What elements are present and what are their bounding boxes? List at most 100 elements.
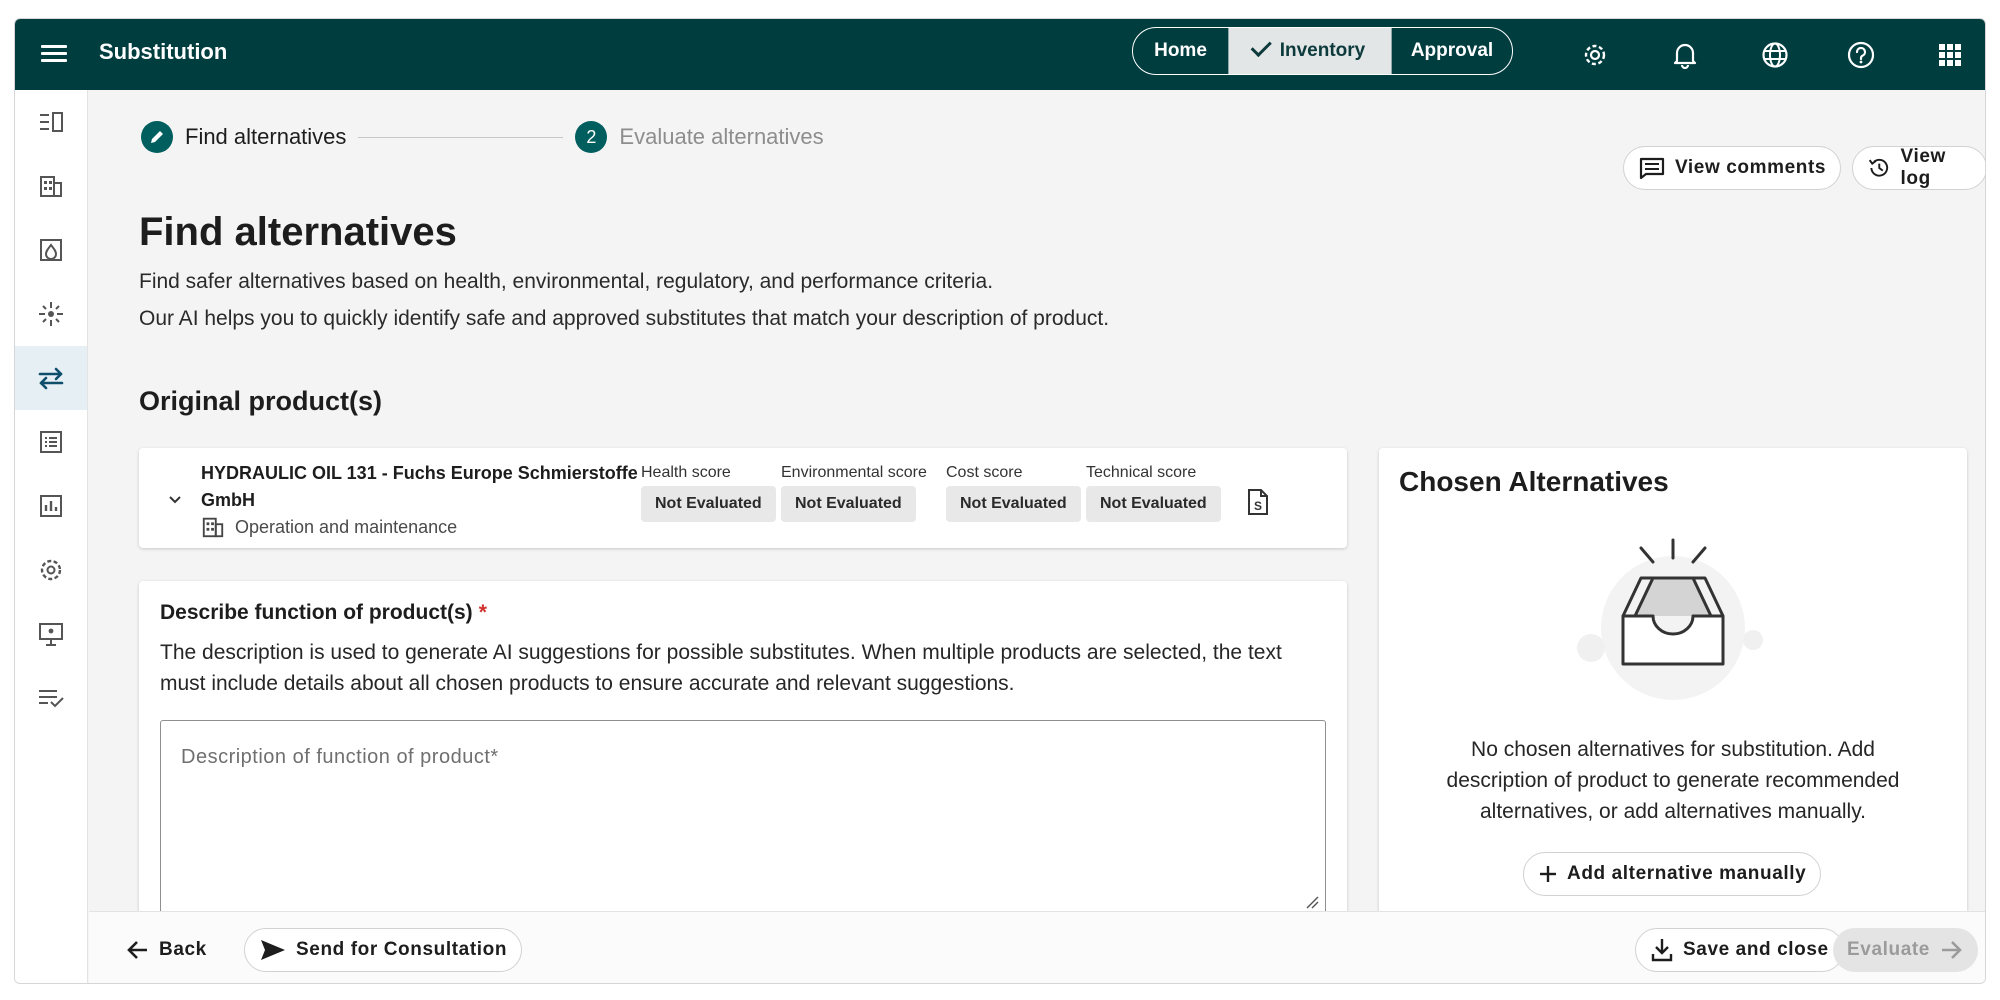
view-comments-label: View comments [1675, 157, 1827, 178]
arrow-left-icon [127, 941, 147, 959]
download-icon [1651, 939, 1673, 962]
plus-icon [1540, 866, 1556, 882]
language-globe-icon[interactable] [1758, 38, 1792, 72]
sidebar-item-hazard[interactable] [15, 218, 87, 282]
score-label: Health score [641, 464, 731, 481]
check-icon [1250, 35, 1272, 57]
technical-score: Technical score Not Evaluated [1086, 464, 1221, 522]
settings-gear-icon[interactable] [1578, 38, 1612, 72]
send-icon [261, 940, 285, 960]
score-label: Environmental score [781, 464, 927, 481]
app-launcher-grid-icon[interactable] [1933, 38, 1967, 72]
nav-approval-button[interactable]: Approval [1392, 28, 1512, 74]
chevron-down-icon[interactable] [167, 492, 183, 508]
sidebar-item-substitution[interactable] [15, 346, 87, 410]
left-sidebar [15, 90, 88, 983]
sidebar-item-training[interactable] [15, 602, 87, 666]
empty-inbox-icon [1577, 538, 1763, 700]
sidebar-item-ai[interactable] [15, 282, 87, 346]
notifications-bell-icon[interactable] [1668, 38, 1702, 72]
original-products-heading: Original product(s) [139, 386, 382, 416]
score-label: Cost score [946, 464, 1023, 481]
sparkle-icon [39, 302, 63, 326]
describe-function-heading: Describe function of product(s) * [160, 601, 487, 625]
svg-text:S: S [1254, 499, 1262, 513]
score-label: Technical score [1086, 464, 1197, 481]
comment-icon [1639, 157, 1665, 180]
view-comments-button[interactable]: View comments [1623, 146, 1842, 190]
describe-function-help: The description is used to generate AI s… [160, 641, 1282, 695]
score-badge: Not Evaluated [1086, 486, 1221, 522]
step-1-label[interactable]: Find alternatives [185, 124, 346, 150]
back-button[interactable]: Back [125, 939, 207, 961]
checklist-icon [39, 690, 64, 708]
sidebar-item-locations[interactable] [15, 154, 87, 218]
sidebar-item-register[interactable] [15, 410, 87, 474]
product-category: Operation and maintenance [201, 515, 457, 539]
page-subtitle-1: Find safer alternatives based on health,… [139, 270, 994, 293]
stepper: Find alternatives 2 Evaluate alternative… [141, 120, 824, 154]
score-badge: Not Evaluated [946, 486, 1081, 522]
add-alternative-manually-button[interactable]: Add alternative manually [1523, 852, 1822, 896]
pencil-icon [151, 131, 163, 143]
sidebar-item-reports[interactable] [15, 474, 87, 538]
describe-function-title: Describe function of product(s) [160, 601, 473, 624]
step-1-indicator [141, 121, 173, 153]
step-connector [358, 136, 564, 138]
bottom-action-bar: Back Send for Consultation Save and clos… [89, 911, 1985, 983]
fire-hazard-icon [40, 239, 62, 261]
top-bar: Substitution Home Inventory Approval [15, 19, 1985, 90]
app-title: Substitution [99, 39, 228, 64]
nav-inventory-button[interactable]: Inventory [1229, 28, 1392, 74]
building-icon [202, 517, 224, 538]
description-placeholder: Description of function of product* [181, 746, 499, 768]
list-box-icon [40, 431, 62, 453]
save-and-close-button[interactable]: Save and close [1635, 928, 1844, 972]
gear-icon [40, 559, 62, 581]
swap-arrows-icon [38, 367, 64, 390]
back-label: Back [159, 939, 207, 960]
chosen-alternatives-empty-message: No chosen alternatives for substitution.… [1446, 738, 1900, 823]
page-subtitle-2: Our AI helps you to quickly identify saf… [139, 307, 1110, 330]
send-for-consultation-label: Send for Consultation [296, 939, 508, 960]
hamburger-menu-icon[interactable] [39, 41, 69, 67]
health-score: Health score Not Evaluated [641, 464, 776, 522]
evaluate-button[interactable]: Evaluate [1833, 928, 1978, 972]
original-product-card: HYDRAULIC OIL 131 - Fuchs Europe Schmier… [139, 448, 1347, 548]
safety-data-sheet-icon[interactable]: S [1247, 488, 1269, 516]
list-detail-icon [40, 112, 63, 132]
send-for-consultation-button[interactable]: Send for Consultation [244, 928, 523, 972]
description-textarea[interactable]: Description of function of product* [160, 720, 1326, 916]
product-name: HYDRAULIC OIL 131 - Fuchs Europe Schmier… [201, 463, 638, 510]
cost-score: Cost score Not Evaluated [946, 464, 1081, 522]
resize-handle-icon[interactable] [1305, 895, 1319, 909]
sidebar-item-settings[interactable] [15, 538, 87, 602]
view-log-label: View log [1900, 146, 1946, 189]
chosen-alternatives-card: Chosen Alternatives No chosen alternativ… [1379, 448, 1967, 926]
score-badge: Not Evaluated [781, 486, 916, 522]
save-and-close-label: Save and close [1683, 939, 1829, 960]
history-icon [1868, 158, 1889, 177]
presentation-icon [39, 623, 63, 646]
nav-home-button[interactable]: Home [1133, 28, 1229, 74]
sidebar-item-overview[interactable] [15, 90, 87, 154]
environmental-score: Environmental score Not Evaluated [781, 464, 927, 522]
product-category-label: Operation and maintenance [235, 516, 458, 537]
nav-inventory-label: Inventory [1279, 40, 1366, 61]
bar-chart-icon [40, 495, 62, 517]
main-content: Find alternatives 2 Evaluate alternative… [89, 90, 1985, 983]
building-icon [40, 176, 62, 197]
add-alternative-label: Add alternative manually [1567, 863, 1807, 884]
page-title: Find alternatives [139, 210, 457, 254]
arrow-right-icon [1941, 941, 1962, 959]
score-badge: Not Evaluated [641, 486, 776, 522]
evaluate-label: Evaluate [1847, 939, 1930, 960]
view-log-button[interactable]: View log [1852, 146, 1985, 190]
step-2-label[interactable]: Evaluate alternatives [619, 124, 823, 150]
help-question-icon[interactable] [1844, 38, 1878, 72]
nav-segmented-control: Home Inventory Approval [1132, 27, 1513, 75]
required-marker: * [478, 601, 487, 624]
sidebar-item-tasks[interactable] [15, 666, 87, 730]
app-window: Substitution Home Inventory Approval Fin… [14, 18, 1986, 984]
chosen-alternatives-title: Chosen Alternatives [1399, 466, 1669, 497]
